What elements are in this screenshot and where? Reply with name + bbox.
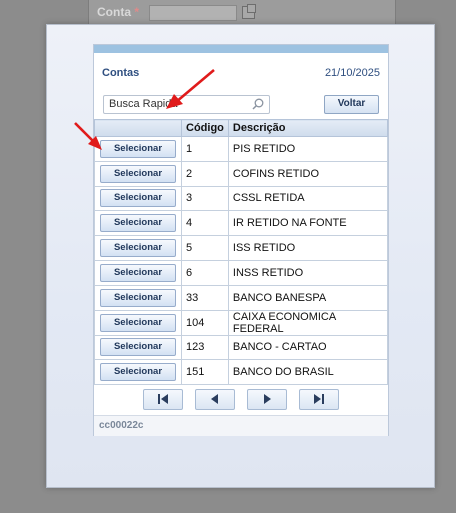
select-cell: Selecionar bbox=[94, 309, 182, 336]
select-cell: Selecionar bbox=[94, 210, 182, 237]
lookup-icon bbox=[242, 4, 256, 19]
table-row: Selecionar 5 ISS RETIDO bbox=[94, 235, 389, 261]
table-row: Selecionar 1 PIS RETIDO bbox=[94, 136, 389, 162]
panel-header: Contas 21/10/2025 bbox=[94, 53, 388, 79]
code-cell: 2 bbox=[181, 160, 229, 187]
annotation-arrow-icon bbox=[166, 69, 215, 109]
panel-footer: cc00022c bbox=[94, 415, 388, 436]
panel-title: Contas bbox=[102, 67, 140, 79]
table-row: Selecionar 6 INSS RETIDO bbox=[94, 259, 389, 286]
select-cell: Selecionar bbox=[94, 235, 182, 261]
description-cell: PIS RETIDO bbox=[227, 136, 389, 162]
description-cell: CSSL RETIDA bbox=[227, 185, 389, 212]
table-row: Selecionar 4 IR RETIDO NA FONTE bbox=[94, 210, 389, 237]
code-cell: 123 bbox=[181, 334, 229, 361]
code-cell: 5 bbox=[181, 235, 229, 261]
column-header-select bbox=[94, 119, 182, 137]
next-page-button[interactable] bbox=[247, 389, 287, 410]
description-cell: IR RETIDO NA FONTE bbox=[227, 210, 389, 237]
modal-dialog: Contas 21/10/2025 Voltar Código Descriçã… bbox=[46, 24, 435, 488]
description-cell: BANCO - CARTAO bbox=[227, 334, 389, 361]
annotation-arrow-icon bbox=[74, 122, 102, 150]
select-button[interactable]: Selecionar bbox=[100, 214, 176, 233]
column-header-description[interactable]: Descrição bbox=[227, 119, 389, 137]
code-cell: 104 bbox=[181, 309, 229, 336]
panel-date: 21/10/2025 bbox=[324, 67, 380, 79]
code-cell: 33 bbox=[181, 284, 229, 311]
select-cell: Selecionar bbox=[94, 136, 182, 162]
panel-topbar bbox=[94, 45, 388, 53]
table-row: Selecionar 151 BANCO DO BRASIL bbox=[94, 359, 389, 386]
description-cell: COFINS RETIDO bbox=[227, 160, 389, 187]
select-cell: Selecionar bbox=[94, 284, 182, 311]
select-cell: Selecionar bbox=[94, 259, 182, 286]
select-button[interactable]: Selecionar bbox=[100, 189, 176, 208]
previous-page-button[interactable] bbox=[195, 389, 235, 410]
code-cell: 1 bbox=[181, 136, 229, 162]
select-cell: Selecionar bbox=[94, 359, 182, 386]
background-conta-input bbox=[149, 5, 237, 21]
table-row: Selecionar 123 BANCO - CARTAO bbox=[94, 334, 389, 361]
last-page-button[interactable] bbox=[299, 389, 339, 410]
select-button[interactable]: Selecionar bbox=[100, 288, 176, 307]
select-cell: Selecionar bbox=[94, 160, 182, 187]
table-row: Selecionar 104 CAIXA ECONOMICA FEDERAL bbox=[94, 309, 389, 336]
first-page-icon bbox=[158, 394, 168, 404]
first-page-button[interactable] bbox=[143, 389, 183, 410]
search-icon[interactable] bbox=[252, 98, 264, 110]
table-row: Selecionar 2 COFINS RETIDO bbox=[94, 160, 389, 187]
previous-page-icon bbox=[211, 394, 218, 404]
description-cell: CAIXA ECONOMICA FEDERAL bbox=[227, 309, 389, 336]
select-button[interactable]: Selecionar bbox=[100, 313, 176, 332]
description-cell: BANCO DO BRASIL bbox=[227, 359, 389, 386]
description-cell: ISS RETIDO bbox=[227, 235, 389, 261]
background-field-label: Conta * bbox=[97, 5, 140, 19]
code-cell: 3 bbox=[181, 185, 229, 212]
select-cell: Selecionar bbox=[94, 334, 182, 361]
accounts-panel: Contas 21/10/2025 Voltar Código Descriçã… bbox=[93, 44, 389, 436]
table-header-row: Código Descrição bbox=[94, 119, 389, 137]
code-cell: 151 bbox=[181, 359, 229, 386]
table-row: Selecionar 3 CSSL RETIDA bbox=[94, 185, 389, 212]
background-form-strip: Conta * bbox=[88, 0, 396, 26]
back-button[interactable]: Voltar bbox=[324, 95, 379, 114]
accounts-table: Código Descrição Selecionar 1 PIS RETIDO Se… bbox=[94, 119, 389, 386]
select-button[interactable]: Selecionar bbox=[100, 164, 176, 183]
pagination-bar bbox=[94, 385, 388, 415]
select-button[interactable]: Selecionar bbox=[100, 363, 176, 382]
next-page-icon bbox=[264, 394, 271, 404]
code-cell: 6 bbox=[181, 259, 229, 286]
select-button[interactable]: Selecionar bbox=[100, 263, 176, 282]
select-button[interactable]: Selecionar bbox=[100, 239, 176, 258]
table-row: Selecionar 33 BANCO BANESPA bbox=[94, 284, 389, 311]
last-page-icon bbox=[314, 394, 324, 404]
select-button[interactable]: Selecionar bbox=[100, 139, 176, 158]
description-cell: BANCO BANESPA bbox=[227, 284, 389, 311]
code-cell: 4 bbox=[181, 210, 229, 237]
screen-code: cc00022c bbox=[99, 420, 144, 431]
select-button[interactable]: Selecionar bbox=[100, 338, 176, 357]
description-cell: INSS RETIDO bbox=[227, 259, 389, 286]
select-cell: Selecionar bbox=[94, 185, 182, 212]
column-header-code[interactable]: Código bbox=[181, 119, 229, 137]
